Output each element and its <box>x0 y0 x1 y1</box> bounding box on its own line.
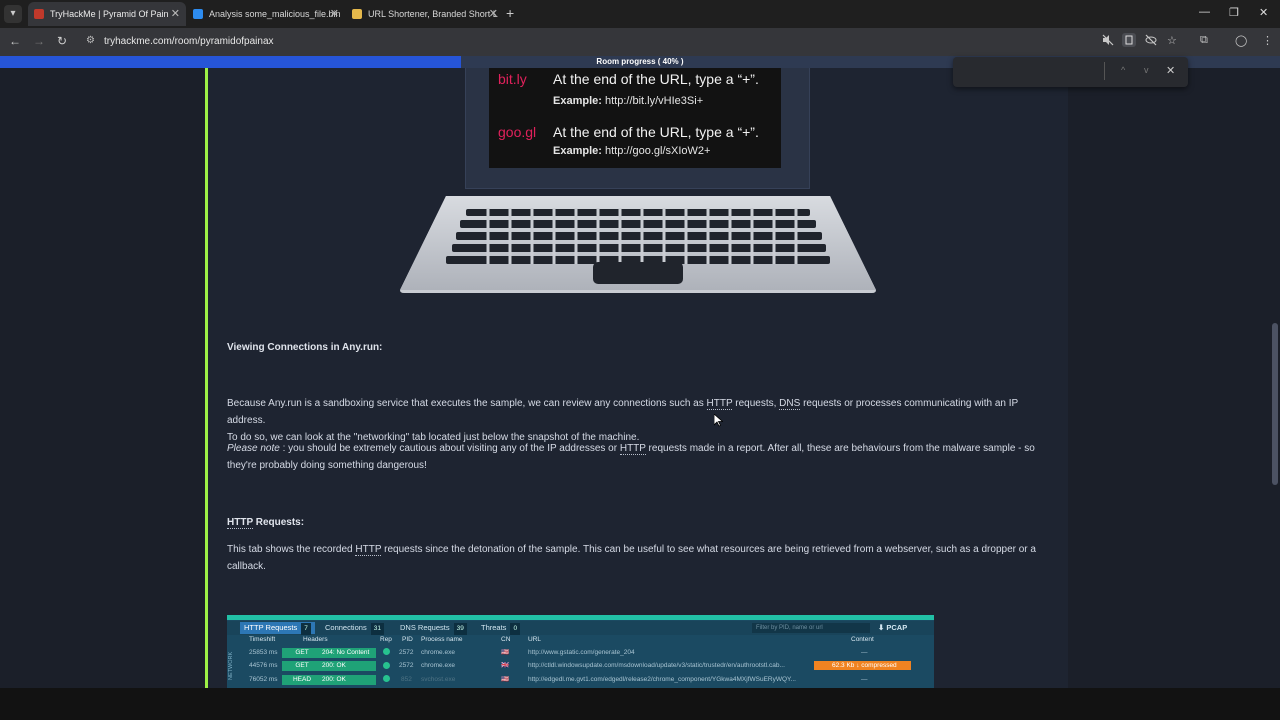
back-icon[interactable]: ← <box>9 34 21 48</box>
tab-close-icon[interactable]: ✕ <box>330 2 339 26</box>
minimize-icon[interactable]: — <box>1199 6 1210 18</box>
eye-off-icon[interactable] <box>1145 34 1157 49</box>
mute-icon[interactable] <box>1102 34 1114 49</box>
table-row-pid: 852 <box>401 676 412 683</box>
bitly-example: Example: http://bit.ly/vHIe3Si+ <box>553 95 704 107</box>
table-row-url: http://www.gstatic.com/generate_204 <box>528 649 635 656</box>
reload-icon[interactable]: ↻ <box>57 34 67 48</box>
tryhackme-favicon-icon <box>34 9 44 19</box>
table-row-content: — <box>861 649 868 656</box>
paragraph-http-requests: This tab shows the recorded HTTP request… <box>227 544 1036 572</box>
tab-search-button[interactable]: ▾ <box>4 5 22 23</box>
address-bar[interactable]: ⚙ tryhackme.com/room/pyramidofpainax <box>80 32 1190 52</box>
tab-close-icon[interactable]: ✕ <box>171 2 180 26</box>
bottom-bar <box>0 688 1280 720</box>
anyrun-tab-connections: Connections 31 <box>321 622 388 635</box>
table-row-url: http://edgedl.me.gvt1.com/edgedl/release… <box>528 676 796 683</box>
abbr-http: HTTP <box>706 398 733 410</box>
content-size-badge: 62.3 Kb ↓ compressed <box>814 661 911 670</box>
url-shortener-tips-screen: bit.ly At the end of the URL, type a “+”… <box>489 68 781 168</box>
find-close-icon[interactable]: ✕ <box>1166 64 1175 77</box>
table-row-time: 44576 ms <box>249 662 278 669</box>
table-row-method: HEAD 200: OK <box>282 675 376 685</box>
find-previous-icon[interactable]: ^ <box>1121 65 1125 75</box>
paragraph-please-note: Please note : you should be extremely ca… <box>227 443 1035 471</box>
tab-title: URL Shortener, Branded Short L <box>368 9 498 19</box>
col-rep: Rep <box>380 636 392 643</box>
url-text[interactable]: tryhackme.com/room/pyramidofpainax <box>104 36 274 47</box>
col-content: Content <box>851 636 874 643</box>
table-row-content: — <box>861 676 868 683</box>
restore-icon[interactable]: ❐ <box>1229 6 1239 19</box>
heading-viewing-connections: Viewing Connections in Any.run: <box>227 342 383 353</box>
table-row-pid: 2572 <box>399 649 414 656</box>
window-close-icon[interactable]: ✕ <box>1259 6 1268 19</box>
tab-title: Analysis some_malicious_file.bin <box>209 9 341 19</box>
bitly-brand: bit.ly <box>498 71 527 87</box>
googl-example: Example: http://goo.gl/sXIoW2+ <box>553 145 711 157</box>
paragraph-connections: Because Any.run is a sandboxing service … <box>227 398 1018 443</box>
table-row-method: GET 200: OK <box>282 661 376 671</box>
mouse-cursor-icon <box>714 414 723 427</box>
table-row-time: 76052 ms <box>249 676 278 683</box>
tab-anyrun-analysis[interactable]: Analysis some_malicious_file.bin ✕ <box>187 2 345 26</box>
heading-http-requests: HTTP Requests: <box>227 517 305 529</box>
reputation-ok-icon <box>383 648 390 655</box>
col-headers: Headers <box>303 636 328 643</box>
flag-us-icon: 🇺🇸 <box>501 676 510 683</box>
scrollbar-thumb[interactable] <box>1272 323 1278 485</box>
bitly-instruction: At the end of the URL, type a “+”. <box>553 71 759 87</box>
anyrun-tab-http: HTTP Requests 7 <box>240 622 315 635</box>
table-row-process: chrome.exe <box>421 649 455 656</box>
table-row-url: http://ctldl.windowsupdate.com/msdownloa… <box>528 662 785 669</box>
table-row-process: chrome.exe <box>421 662 455 669</box>
reading-mode-icon[interactable] <box>1122 33 1136 47</box>
tab-strip: ▾ TryHackMe | Pyramid Of Pain ✕ Analysis… <box>0 0 1280 28</box>
anyrun-pcap-button: ⬇ PCAP <box>878 623 908 632</box>
flag-gb-icon: 🇬🇧 <box>501 662 510 669</box>
table-row-time: 25853 ms <box>249 649 278 656</box>
bookmark-star-icon[interactable]: ☆ <box>1167 34 1177 47</box>
col-url: URL <box>528 636 542 643</box>
find-in-page-bar[interactable]: ^ v ✕ <box>953 57 1188 87</box>
extensions-icon[interactable]: ⧉ <box>1200 34 1208 47</box>
browser-toolbar: ← → ↻ ⚙ tryhackme.com/room/pyramidofpain… <box>0 28 1280 56</box>
anyrun-tab-threats: Threats 0 <box>477 622 524 635</box>
new-tab-button[interactable]: + <box>506 5 514 21</box>
find-next-icon[interactable]: v <box>1144 65 1149 75</box>
forward-icon[interactable]: → <box>33 34 45 48</box>
page-scrollbar[interactable] <box>1272 58 1278 688</box>
reputation-ok-icon <box>383 675 390 682</box>
col-timeshift: Timeshift <box>249 636 276 643</box>
col-process: Process name <box>421 636 463 643</box>
table-row-process: svchost.exe <box>421 676 456 683</box>
anyrun-side-label: NETWORK <box>228 651 234 680</box>
profile-icon[interactable]: ◯ <box>1235 34 1247 47</box>
abbr-http: HTTP <box>355 544 382 556</box>
anyrun-tab-dns: DNS Requests 39 <box>396 622 471 635</box>
reputation-ok-icon <box>383 662 390 669</box>
googl-brand: goo.gl <box>498 124 537 140</box>
task-accent-bar <box>205 68 208 688</box>
tab-url-shortener[interactable]: URL Shortener, Branded Short L ✕ <box>346 2 504 26</box>
tab-title: TryHackMe | Pyramid Of Pain <box>50 9 169 19</box>
tab-tryhackme[interactable]: TryHackMe | Pyramid Of Pain ✕ <box>28 2 186 26</box>
tab-close-icon[interactable]: ✕ <box>489 2 498 26</box>
table-row-method: GET 204: No Content <box>282 648 376 658</box>
browser-menu-icon[interactable]: ⋮ <box>1262 34 1273 47</box>
flag-us-icon: 🇺🇸 <box>501 649 510 656</box>
col-pid: PID <box>402 636 413 643</box>
laptop-keyboard-illustration <box>400 196 876 293</box>
col-cn: CN <box>501 636 511 643</box>
please-note-label: Please note <box>227 443 280 454</box>
abbr-http: HTTP <box>619 443 646 455</box>
bitly-favicon-icon <box>352 9 362 19</box>
anyrun-favicon-icon <box>193 9 203 19</box>
abbr-dns: DNS <box>779 398 801 410</box>
site-info-icon[interactable]: ⚙ <box>86 35 95 46</box>
table-row-pid: 2572 <box>399 662 414 669</box>
anyrun-filter-input: Filter by PID, name or url <box>752 623 870 633</box>
googl-instruction: At the end of the URL, type a “+”. <box>553 124 759 140</box>
